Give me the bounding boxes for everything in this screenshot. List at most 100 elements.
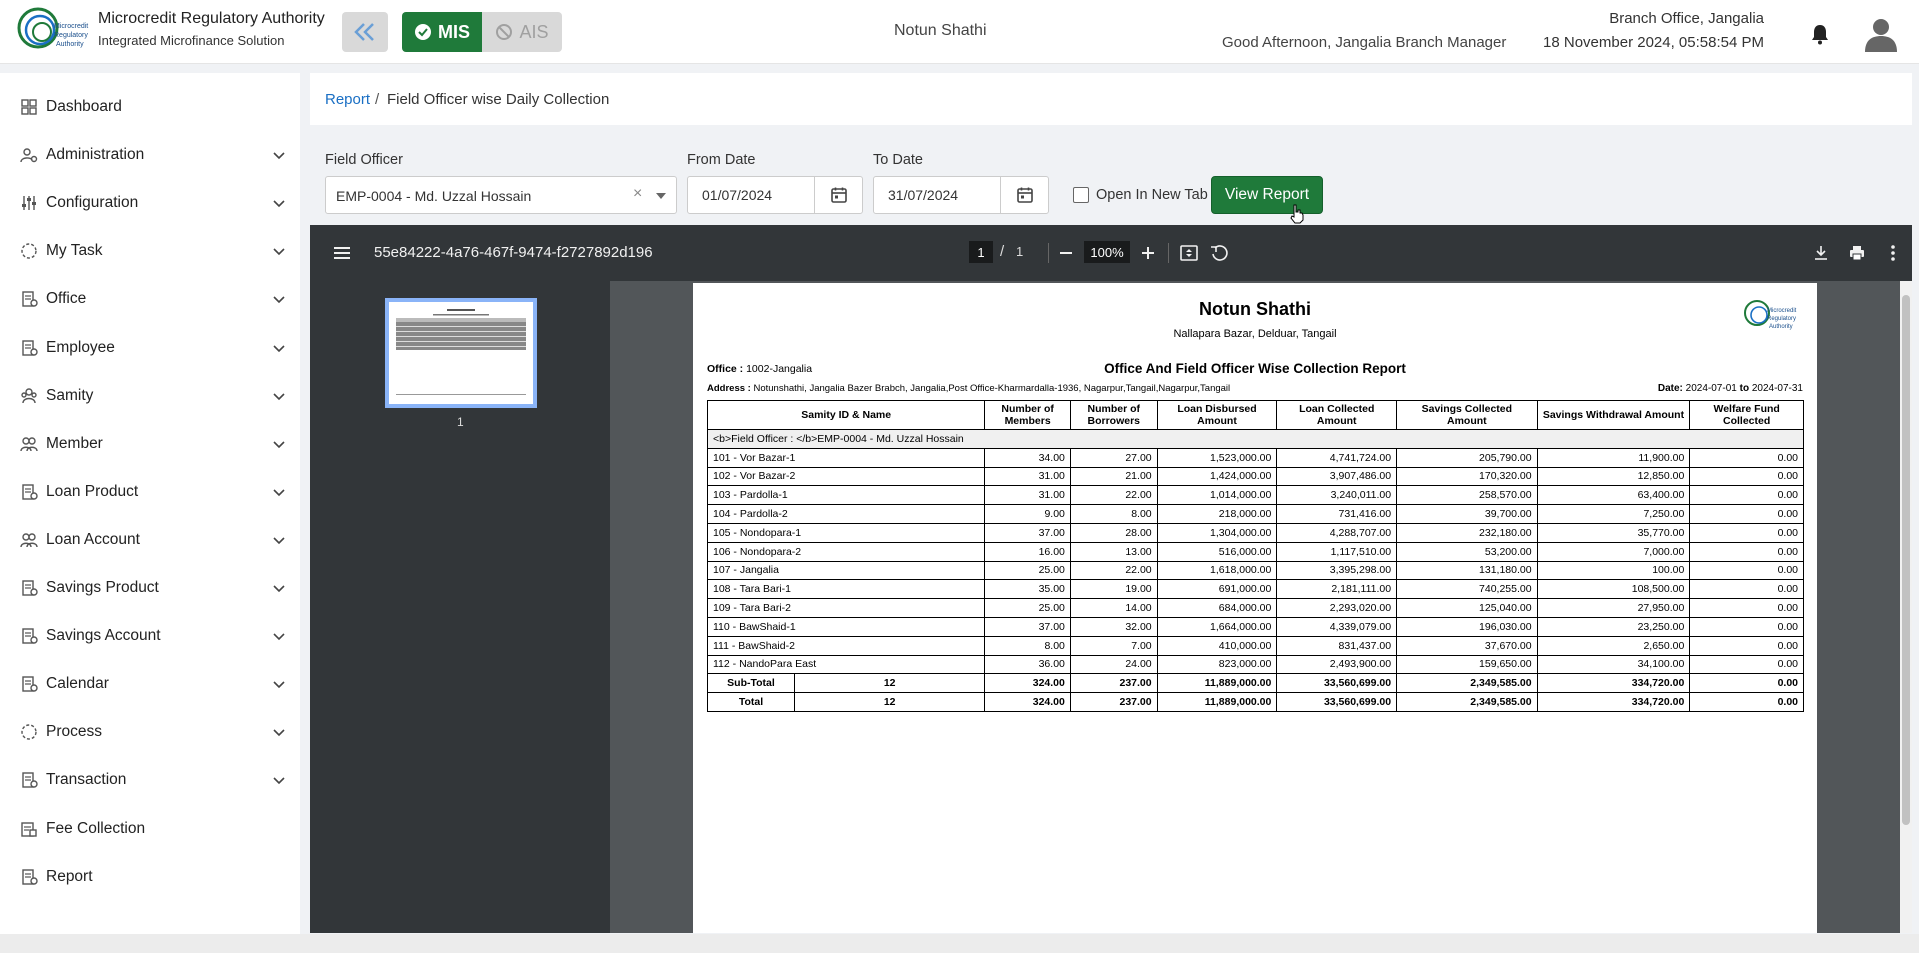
minus-icon <box>1060 252 1072 254</box>
pdf-document-area[interactable]: Notun Shathi Nallapara Bazar, Delduar, T… <box>610 281 1900 933</box>
to-date-label: To Date <box>873 152 923 168</box>
table-cell: 102 - Vor Bazar-2 <box>706 466 986 487</box>
report-icon <box>20 868 38 886</box>
table-cell: 232,180.00 <box>1396 522 1538 543</box>
zoom-in-button[interactable] <box>1136 241 1160 265</box>
chevron-down-icon[interactable] <box>272 437 286 451</box>
table-cell: 2,293,020.00 <box>1276 598 1398 618</box>
sidebar-item-dashboard[interactable]: Dashboard <box>0 87 300 127</box>
sidebar: Dashboard Administration Configuration My T… <box>0 73 300 934</box>
chevron-down-icon[interactable] <box>272 196 286 210</box>
column-header: Savings Withdrawal Amount <box>1536 400 1691 430</box>
ais-label: AIS <box>519 21 549 42</box>
chevron-down-icon[interactable] <box>272 244 286 258</box>
sidebar-item-report[interactable]: Report <box>0 857 300 897</box>
employee-icon <box>20 339 38 357</box>
user-avatar-icon[interactable] <box>1862 14 1900 52</box>
chevron-down-icon[interactable] <box>272 725 286 739</box>
column-header: Number of Borrowers <box>1069 400 1158 430</box>
table-cell: 16.00 <box>984 541 1071 562</box>
table-cell: 34,100.00 <box>1536 654 1691 675</box>
total-label-wrap: Total 12 <box>708 693 984 712</box>
sidebar-item-loan-account[interactable]: Loan Account <box>0 520 300 560</box>
more-options-button[interactable] <box>1881 241 1905 265</box>
from-date-input[interactable] <box>688 177 814 213</box>
breadcrumb-report-link[interactable]: Report <box>325 91 370 108</box>
subtotal-label-wrap: Sub-Total 12 <box>708 674 984 693</box>
field-officer-value: EMP-0004 - Md. Uzzal Hossain <box>336 188 532 204</box>
page-thumbnail[interactable] <box>385 298 537 408</box>
download-button[interactable] <box>1809 241 1833 265</box>
table-cell: 108,500.00 <box>1536 579 1691 600</box>
chevron-down-icon[interactable] <box>272 581 286 595</box>
sidebar-item-my-task[interactable]: My Task <box>0 231 300 271</box>
sidebar-item-loan-product[interactable]: Loan Product <box>0 472 300 512</box>
fit-page-button[interactable] <box>1177 241 1201 265</box>
sidebar-item-office[interactable]: Office <box>0 279 300 319</box>
rotate-button[interactable] <box>1207 241 1231 265</box>
vertical-scrollbar[interactable] <box>1900 281 1912 933</box>
table-cell: 7,000.00 <box>1536 541 1691 562</box>
open-new-tab-label[interactable]: Open In New Tab <box>1096 187 1208 203</box>
sidebar-item-process[interactable]: Process <box>0 712 300 752</box>
to-date-input[interactable] <box>874 177 1000 213</box>
table-row: 111 - BawShaid-2 8.00 7.00 410,000.00 831,43… <box>706 635 1804 656</box>
menu-icon[interactable] <box>332 243 352 263</box>
chevron-down-icon[interactable] <box>272 341 286 355</box>
sidebar-item-configuration[interactable]: Configuration <box>0 183 300 223</box>
table-cell: 2,181,111.00 <box>1276 579 1398 600</box>
chevron-down-icon[interactable] <box>272 292 286 306</box>
sidebar-item-label: Administration <box>46 146 145 164</box>
from-date-picker-button[interactable] <box>814 177 862 213</box>
sidebar-item-transaction[interactable]: Transaction <box>0 760 300 800</box>
sidebar-item-fee-collection[interactable]: Fee Collection <box>0 809 300 849</box>
sidebar-item-label: Calendar <box>46 675 109 693</box>
sidebar-item-samity[interactable]: Samity <box>0 376 300 416</box>
table-cell: 11,900.00 <box>1536 447 1691 468</box>
plus-icon <box>1142 247 1154 259</box>
view-report-button[interactable]: View Report <box>1211 176 1323 214</box>
print-button[interactable] <box>1845 241 1869 265</box>
sidebar-item-employee[interactable]: Employee <box>0 328 300 368</box>
table-cell: 32.00 <box>1069 616 1158 637</box>
chevron-down-icon[interactable] <box>272 677 286 691</box>
sidebar-item-administration[interactable]: Administration <box>0 135 300 175</box>
chevron-down-icon[interactable] <box>272 485 286 499</box>
print-icon <box>1850 246 1864 261</box>
top-header: Microcredit Regulatory Authority Microcr… <box>0 0 1919 64</box>
field-officer-group-row: <b>Field Officer : </b>EMP-0004 - Md. Uz… <box>707 429 1804 449</box>
table-cell: 334,720.00 <box>1536 673 1691 694</box>
zoom-level-input[interactable]: 100% <box>1084 241 1130 263</box>
chevron-down-icon[interactable] <box>272 389 286 403</box>
chevron-down-icon[interactable] <box>272 148 286 162</box>
table-cell: 7.00 <box>1069 635 1158 656</box>
chevron-down-icon[interactable] <box>272 629 286 643</box>
bell-icon[interactable] <box>1808 22 1832 46</box>
sidebar-item-label: Fee Collection <box>46 819 146 837</box>
sliders-icon <box>20 194 38 212</box>
sidebar-item-calendar[interactable]: Calendar <box>0 664 300 704</box>
zoom-out-button[interactable] <box>1054 241 1078 265</box>
subtotal-samity-count: 12 <box>883 677 896 690</box>
table-cell: 1,424,000.00 <box>1156 466 1278 487</box>
open-new-tab-checkbox[interactable] <box>1073 187 1089 203</box>
chevron-down-icon[interactable] <box>272 533 286 547</box>
table-cell: 35,770.00 <box>1536 522 1691 543</box>
to-date-picker-button[interactable] <box>1000 177 1048 213</box>
collapse-sidebar-button[interactable] <box>342 12 388 52</box>
sidebar-item-savings-product[interactable]: Savings Product <box>0 568 300 608</box>
download-icon <box>1815 246 1827 260</box>
chevron-down-icon[interactable] <box>272 773 286 787</box>
table-cell: 105 - Nondopara-1 <box>706 522 986 543</box>
field-officer-select[interactable]: EMP-0004 - Md. Uzzal Hossain × <box>325 176 677 214</box>
mis-mode-button[interactable]: MIS <box>402 12 482 52</box>
ais-mode-button[interactable]: AIS <box>482 12 562 52</box>
clear-icon[interactable]: × <box>633 185 642 203</box>
table-cell: 103 - Pardolla-1 <box>706 485 986 506</box>
page-number-input[interactable]: 1 <box>969 241 993 263</box>
table-cell: 1,117,510.00 <box>1276 541 1398 562</box>
scrollbar-thumb[interactable] <box>1902 295 1910 825</box>
sidebar-item-member[interactable]: Member <box>0 424 300 464</box>
sidebar-item-savings-account[interactable]: Savings Account <box>0 616 300 656</box>
caret-down-icon[interactable] <box>656 193 666 199</box>
